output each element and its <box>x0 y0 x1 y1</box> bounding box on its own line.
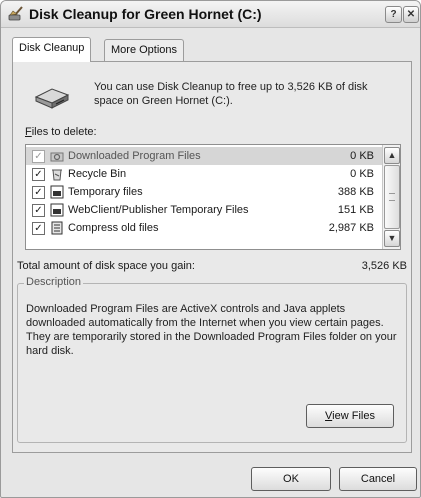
files-label-accel: F <box>25 126 32 138</box>
file-name: Downloaded Program Files <box>68 150 201 162</box>
disk-cleanup-panel: You can use Disk Cleanup to free up to 3… <box>12 61 412 453</box>
grip-icon <box>389 193 395 201</box>
chevron-down-icon: ▼ <box>387 233 397 243</box>
folder-gear-icon <box>50 152 64 162</box>
list-item[interactable]: ✓ Temporary files 388 KB <box>26 183 382 201</box>
ok-button[interactable]: OK <box>251 467 331 491</box>
description-group: Description Downloaded Program Files are… <box>17 276 407 443</box>
view-files-label: iew Files <box>332 410 375 422</box>
hard-disk-icon <box>34 88 70 109</box>
broom-icon <box>8 6 23 21</box>
cancel-button[interactable]: Cancel <box>339 467 417 491</box>
list-item[interactable]: ✓ Recycle Bin 0 KB <box>26 165 382 183</box>
file-name: Temporary files <box>68 186 143 198</box>
list-item[interactable]: ✓ Compress old files 2,987 KB <box>26 219 382 237</box>
tab-disk-cleanup[interactable]: Disk Cleanup <box>12 37 92 62</box>
help-button[interactable]: ? <box>385 6 402 23</box>
title-bar[interactable]: Disk Cleanup for Green Hornet (C:) ? ✕ <box>1 1 420 28</box>
view-files-button[interactable]: View Files <box>306 404 394 428</box>
help-icon: ? <box>390 9 397 20</box>
scroll-down-button[interactable]: ▼ <box>384 230 400 247</box>
total-space-label: Total amount of disk space you gain: <box>17 260 195 272</box>
description-title: Description <box>24 276 84 288</box>
file-size: 2,987 KB <box>328 222 374 234</box>
scroll-thumb[interactable] <box>384 165 400 229</box>
file-icon <box>50 203 64 217</box>
list-item[interactable]: ✓ Downloaded Program Files 0 KB <box>26 147 382 165</box>
file-name: Recycle Bin <box>68 168 127 180</box>
files-to-delete-list[interactable]: ✓ Downloaded Program Files 0 KB ✓ Recycl… <box>25 144 401 250</box>
file-icon <box>50 185 64 199</box>
chevron-up-icon: ▲ <box>387 150 397 160</box>
files-to-delete-label: Files to delete: <box>25 126 97 138</box>
checkbox[interactable]: ✓ <box>32 186 45 199</box>
tab-more-options[interactable]: More Options <box>104 39 185 61</box>
files-label-rest: iles to delete: <box>31 126 97 138</box>
compress-icon <box>51 221 63 235</box>
checkbox[interactable]: ✓ <box>32 204 45 217</box>
file-size: 0 KB <box>350 168 374 180</box>
file-size: 151 KB <box>337 204 374 216</box>
file-name: Compress old files <box>68 222 159 234</box>
checkbox[interactable]: ✓ <box>32 150 45 163</box>
list-scrollbar[interactable]: ▲ ▼ <box>382 145 400 249</box>
scroll-up-button[interactable]: ▲ <box>384 147 400 164</box>
close-icon: ✕ <box>406 9 416 20</box>
list-item[interactable]: ✓ WebClient/Publisher Temporary Files 15… <box>26 201 382 219</box>
window-title: Disk Cleanup for Green Hornet (C:) <box>29 6 262 22</box>
file-size: 388 KB <box>337 186 374 198</box>
checkbox[interactable]: ✓ <box>32 168 45 181</box>
intro-text: You can use Disk Cleanup to free up to 3… <box>94 81 368 107</box>
close-button[interactable]: ✕ <box>403 6 419 23</box>
total-space-value: 3,526 KB <box>361 260 407 272</box>
checkbox[interactable]: ✓ <box>32 222 45 235</box>
recycle-bin-icon <box>52 169 62 181</box>
file-size: 0 KB <box>350 150 374 162</box>
description-text: Downloaded Program Files are ActiveX con… <box>26 303 397 357</box>
file-name: WebClient/Publisher Temporary Files <box>68 204 249 216</box>
disk-cleanup-window: Disk Cleanup for Green Hornet (C:) ? ✕ D… <box>0 0 421 498</box>
